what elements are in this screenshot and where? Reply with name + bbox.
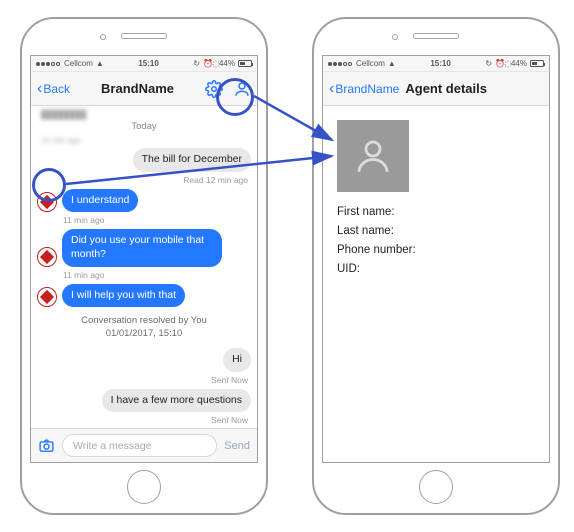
alarm-icon: ⏰ [203,59,213,68]
incoming-bubble[interactable]: Hi [223,348,251,372]
field-last-name: Last name: [337,225,535,237]
outgoing-row: Did you use your mobile that month? [37,229,251,266]
incoming-bubble[interactable]: The bill for December [133,148,251,172]
phone-camera [100,34,106,40]
message-meta: Sent Now [37,375,251,385]
outgoing-bubble[interactable]: I will help you with that [62,284,185,308]
chevron-left-icon: ‹ [329,80,334,98]
camera-icon[interactable] [38,437,55,454]
agent-photo-placeholder [337,120,409,192]
signal-dots-icon [36,59,61,68]
ghost-row: ████████ [37,110,251,119]
clock-label: 15:10 [399,59,482,68]
home-button[interactable] [419,470,453,504]
status-bar: Cellcom ▲ 15:10 ↻ ⏰ ҉ 44% [31,56,257,72]
carrier-label: Cellcom [356,59,385,68]
back-button[interactable]: ‹ Back [37,80,70,98]
conversation-body: ████████ Today 10 min ago The bill for D… [31,106,257,428]
battery-pct-label: 44% [511,59,527,68]
phone-agent-details: Cellcom ▲ 15:10 ↻ ⏰ ҉ 44% ‹ BrandName Ag… [312,17,560,515]
alarm-icon: ⏰ [495,59,505,68]
gear-icon[interactable] [205,80,223,98]
agent-details-body: First name: Last name: Phone number: UID… [323,106,549,462]
field-first-name: First name: [337,206,535,218]
back-button[interactable]: ‹ BrandName [329,80,399,98]
battery-icon [530,60,544,67]
signal-dots-icon [328,59,353,68]
page-title: BrandName [70,81,205,96]
ghost-meta: 10 min ago [37,136,251,145]
wifi-icon: ▲ [96,59,104,68]
agent-avatar-icon[interactable] [37,287,57,307]
send-button[interactable]: Send [224,440,250,452]
message-input[interactable]: Write a message [62,434,217,457]
chevron-left-icon: ‹ [37,80,42,98]
field-phone-number: Phone number: [337,244,535,256]
nav-actions [205,80,251,98]
carrier-label: Cellcom [64,59,93,68]
agent-profile-icon[interactable] [233,80,251,98]
day-separator: Today [37,121,251,132]
home-button[interactable] [127,470,161,504]
phone-speaker [121,33,167,39]
battery-icon [238,60,252,67]
system-message: Conversation resolved by You 01/01/2017,… [37,315,251,340]
orientation-lock-icon: ↻ [193,59,200,68]
clock-label: 15:10 [107,59,190,68]
incoming-row: The bill for December [37,148,251,172]
person-icon [352,135,394,177]
status-bar: Cellcom ▲ 15:10 ↻ ⏰ ҉ 44% [323,56,549,72]
outgoing-bubble[interactable]: I understand [62,189,138,213]
phone-speaker [413,33,459,39]
page-title: Agent details [399,81,543,96]
outgoing-row: I will help you with that [37,284,251,308]
agent-details-screen: Cellcom ▲ 15:10 ↻ ⏰ ҉ 44% ‹ BrandName Ag… [322,55,550,463]
orientation-lock-icon: ↻ [485,59,492,68]
incoming-bubble[interactable]: I have a few more questions [102,389,251,413]
wifi-icon: ▲ [388,59,396,68]
chat-screen: Cellcom ▲ 15:10 ↻ ⏰ ҉ 44% ‹ Back BrandNa… [30,55,258,463]
incoming-row: Hi [37,348,251,372]
message-meta: 11 min ago [37,270,251,280]
resolved-text-2: 01/01/2017, 15:10 [37,328,251,340]
message-meta: 11 min ago [37,215,251,225]
message-meta: Sent Now [37,415,251,425]
agent-avatar-icon[interactable] [37,192,57,212]
battery-pct-label: 44% [219,59,235,68]
outgoing-bubble[interactable]: Did you use your mobile that month? [62,229,222,266]
input-bar: Write a message Send [31,428,257,462]
incoming-row: I have a few more questions [37,389,251,413]
resolved-text-1: Conversation resolved by You [37,315,251,327]
phone-camera [392,34,398,40]
nav-bar: ‹ Back BrandName [31,72,257,106]
back-label: BrandName [335,82,399,96]
field-uid: UID: [337,263,535,275]
message-meta: Read 12 min ago [37,175,251,185]
agent-avatar-icon[interactable] [37,247,57,267]
back-label: Back [43,82,70,96]
nav-bar: ‹ BrandName Agent details [323,72,549,106]
outgoing-row: I understand [37,189,251,213]
phone-chat: Cellcom ▲ 15:10 ↻ ⏰ ҉ 44% ‹ Back BrandNa… [20,17,268,515]
